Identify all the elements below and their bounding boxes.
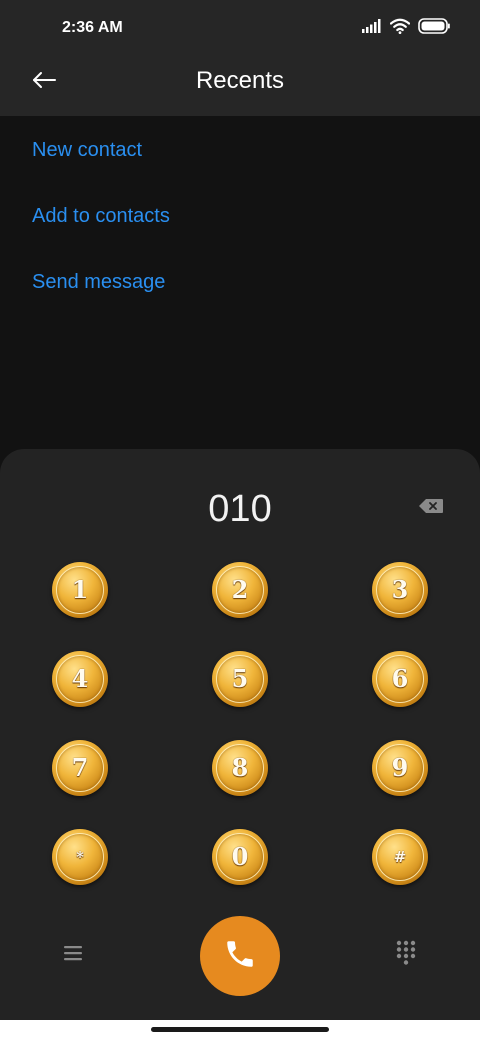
wifi-icon — [389, 18, 411, 39]
send-message-link[interactable]: Send message — [32, 268, 165, 296]
backspace-button[interactable] — [414, 494, 448, 522]
key-star-label: * — [76, 848, 84, 866]
key-1-label: 1 — [71, 575, 89, 604]
dialpad-toggle-button[interactable] — [391, 940, 421, 970]
phone-icon — [223, 937, 257, 976]
call-button[interactable] — [200, 916, 280, 996]
status-time: 2:36 AM — [62, 19, 123, 36]
menu-icon — [62, 944, 84, 967]
key-8[interactable]: 8 — [212, 740, 268, 796]
key-4-label: 4 — [71, 664, 89, 693]
key-0-label: 0 — [231, 842, 249, 871]
key-6-label: 6 — [391, 664, 409, 693]
key-2[interactable]: 2 — [212, 562, 268, 618]
home-indicator[interactable] — [151, 1027, 329, 1032]
key-7[interactable]: 7 — [52, 740, 108, 796]
key-4[interactable]: 4 — [52, 651, 108, 707]
key-3-label: 3 — [391, 575, 409, 604]
dialed-number: 010 — [208, 488, 272, 530]
dialer-screen: 2:36 AM Recents New contact Add to conta… — [0, 0, 480, 1040]
key-star[interactable]: * — [52, 829, 108, 885]
key-9-label: 9 — [391, 753, 409, 782]
key-hash[interactable]: # — [372, 829, 428, 885]
key-5-label: 5 — [231, 664, 249, 693]
status-icons — [362, 17, 450, 39]
page-title: Recents — [195, 67, 285, 94]
signal-icon — [362, 18, 382, 38]
key-2-label: 2 — [231, 575, 249, 604]
battery-icon — [418, 17, 450, 39]
key-0[interactable]: 0 — [212, 829, 268, 885]
key-5[interactable]: 5 — [212, 651, 268, 707]
add-to-contacts-link[interactable]: Add to contacts — [32, 202, 170, 230]
key-1[interactable]: 1 — [52, 562, 108, 618]
key-hash-label: # — [393, 848, 407, 866]
key-8-label: 8 — [231, 753, 249, 782]
new-contact-link[interactable]: New contact — [32, 136, 142, 164]
key-6[interactable]: 6 — [372, 651, 428, 707]
key-3[interactable]: 3 — [372, 562, 428, 618]
dialpad-icon — [396, 940, 416, 971]
backspace-icon — [418, 498, 444, 519]
key-7-label: 7 — [71, 753, 89, 782]
menu-button[interactable] — [58, 940, 88, 970]
key-9[interactable]: 9 — [372, 740, 428, 796]
